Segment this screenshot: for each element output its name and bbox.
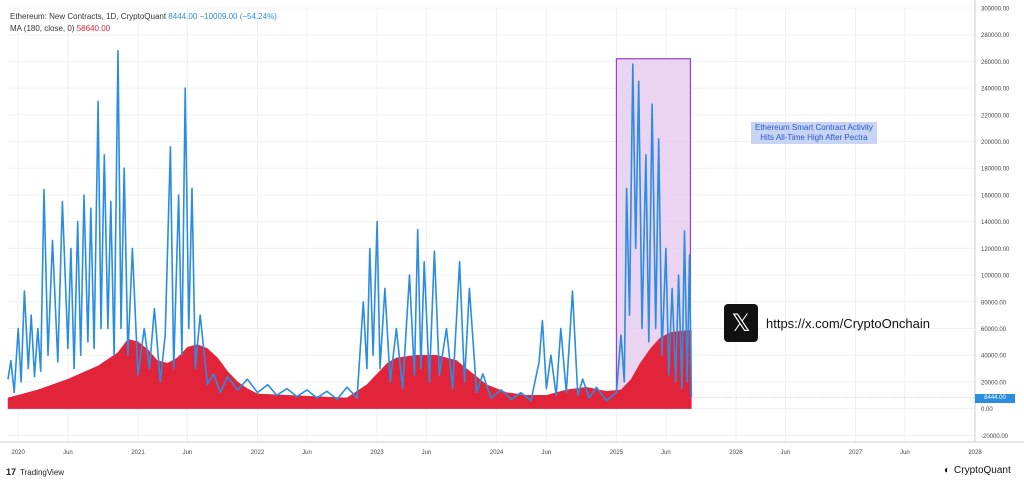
last-value-tag: 8444.00 [975,394,1015,403]
y-tick-label: 40000.00 [981,354,1007,360]
x-tick-label: 2025 [610,450,624,456]
y-tick-label: 240000.00 [981,87,1010,93]
x-tick-label: 2028 [968,450,982,456]
x-tick-label: 2026 [729,450,743,456]
tradingview-brand: 17 TradingView [6,467,64,477]
legend-ma: MA (180, close, 0) 58640.00 [10,24,110,33]
x-logo-icon: 𝕏 [724,304,758,342]
x-tick-label: 2023 [370,450,384,456]
x-tick-label: Jun [542,450,552,456]
y-tick-label: 280000.00 [981,33,1010,39]
cryptoquant-logo-icon: ◐ [944,465,951,476]
cryptoquant-label: CryptoQuant [954,465,1011,476]
y-tick-label: 180000.00 [981,167,1010,173]
y-tick-label: 0.00 [981,407,993,413]
y-tick-label: 220000.00 [981,113,1010,119]
legend-title: Ethereum: New Contracts, 1D, CryptoQuant [10,12,167,21]
legend-ma-value: 58640.00 [76,24,111,33]
tradingview-logo-icon: 17 [6,467,17,477]
annotation-line-1: Ethereum Smart Contract Activity [755,123,873,132]
x-tick-label: Jun [63,450,73,456]
line-layer [7,49,693,402]
y-tick-label: 160000.00 [981,193,1010,199]
y-tick-label: -20000.00 [981,434,1009,440]
y-tick-label: 20000.00 [981,380,1007,386]
x-tick-label: 2024 [490,450,504,456]
y-tick-label: 120000.00 [981,247,1010,253]
legend-change: −10009.00 (−54.24%) [199,12,277,21]
contracts-line [7,49,693,402]
x-tick-label: Jun [422,450,432,456]
x-tick-label: Jun [781,450,791,456]
y-tick-label: 140000.00 [981,220,1010,226]
y-tick-label: 100000.00 [981,274,1010,280]
x-tick-label: 2022 [251,450,265,456]
x-tick-label: 2021 [131,450,145,456]
x-tick-label: Jun [900,450,910,456]
x-tick-label: Jun [183,450,193,456]
legend-contracts: Ethereum: New Contracts, 1D, CryptoQuant… [10,12,277,21]
chart-canvas: 300000.00 280000.00 260000.00 240000.00 2200… [0,0,1024,456]
social-link[interactable]: 𝕏 https://x.com/CryptoOnchain [724,304,930,342]
x-tick-label: Jun [661,450,671,456]
y-tick-label: 80000.00 [981,300,1007,306]
legend-last-value: 8444.00 [168,12,198,21]
y-tick-label: 200000.00 [981,140,1010,146]
x-tick-label: 2020 [11,450,25,456]
x-tick-label: Jun [302,450,312,456]
annotation-line-2: Hits All-Time High After Pectra [760,133,868,142]
cryptoquant-brand: ◐ CryptoQuant [944,465,1011,476]
x-tick-label: 2027 [849,450,863,456]
chart-annotation: Ethereum Smart Contract Activity Hits Al… [751,122,877,144]
social-url: https://x.com/CryptoOnchain [766,315,931,331]
tradingview-label: TradingView [20,467,65,477]
y-tick-label: 300000.00 [981,7,1010,13]
legend-ma-label: MA (180, close, 0) [10,24,75,33]
y-tick-label: 60000.00 [981,327,1007,333]
y-tick-label: 260000.00 [981,60,1010,66]
